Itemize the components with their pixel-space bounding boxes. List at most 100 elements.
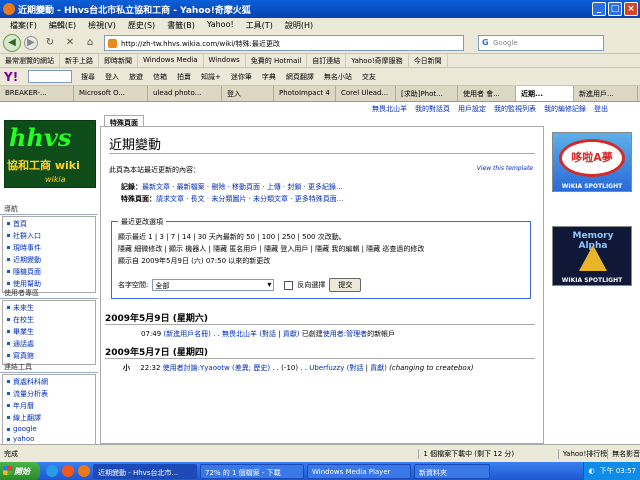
sidebar-item[interactable]: 未來生 [5, 302, 95, 314]
submit-button[interactable]: 提交 [329, 278, 362, 292]
status-extra-link[interactable]: 無名影音 [607, 448, 640, 459]
sidebar-item[interactable]: 資處科科網 [5, 376, 95, 388]
bookmark-item[interactable]: 免費的 Hotmail [246, 54, 308, 67]
forward-icon[interactable]: ▶ [24, 35, 38, 50]
view-template-link[interactable]: View this template [477, 165, 533, 172]
yahoo-rank-link[interactable]: Yahoo!排行榜 [557, 448, 607, 459]
yahoo-item[interactable]: 搜尋 [76, 72, 100, 82]
taskbar-item[interactable]: Windows Media Player [307, 463, 411, 479]
wikia-spotlight-2[interactable]: Memory Alpha WIKIA SPOTLIGHT [552, 226, 632, 286]
yahoo-item[interactable]: 字典 [257, 72, 281, 82]
sidebar-item[interactable]: 通話處 [5, 338, 95, 350]
menu-help[interactable]: 說明(H) [279, 18, 319, 32]
change-contribs-link[interactable]: 貢獻) [283, 330, 300, 338]
tray-icon[interactable]: ◐ [588, 467, 594, 475]
user-link[interactable]: 登出 [594, 104, 608, 114]
records-links[interactable]: 最新文章 · 最新檔案 · 刪除 · 移動頁面 · 上傳 · 封鎖 · 更多紀錄… [142, 183, 343, 191]
sidebar-item[interactable]: 年月曆 [5, 400, 95, 412]
maximize-button[interactable]: □ [608, 2, 622, 16]
bookmark-item[interactable]: 新手上路 [60, 54, 99, 67]
yahoo-item[interactable]: 登入 [100, 72, 124, 82]
wikia-spotlight-1[interactable]: 哆啦A夢 WIKIA SPOTLIGHT [552, 132, 632, 192]
firefox-icon[interactable] [62, 465, 74, 477]
change-talk-link[interactable]: (對話 [259, 330, 276, 338]
yahoo-item[interactable]: 迷你筆 [226, 72, 257, 82]
media-icon[interactable] [78, 465, 90, 477]
browser-tab[interactable]: [求助]Phot... [396, 86, 458, 101]
yahoo-logo[interactable]: Y! [4, 70, 28, 84]
clock[interactable]: 下午 03:57 [600, 466, 636, 476]
yahoo-item[interactable]: 旅遊 [124, 72, 148, 82]
yahoo-item[interactable]: 信箱 [148, 72, 172, 82]
sidebar-item[interactable]: 首頁 [5, 218, 95, 230]
change-page-link[interactable]: 使用者討論:Yyaootw [163, 364, 230, 372]
search-input[interactable]: Google [478, 34, 604, 51]
menu-tools[interactable]: 工具(T) [240, 18, 279, 32]
menu-view[interactable]: 檢視(V) [82, 18, 122, 32]
bookmark-item[interactable]: 即時新聞 [99, 54, 138, 67]
bookmark-item[interactable]: 今日新聞 [409, 54, 448, 67]
browser-tab[interactable]: 登入 [222, 86, 274, 101]
browser-tab[interactable]: Corel Ulead... [336, 86, 396, 101]
minimize-button[interactable]: _ [592, 2, 606, 16]
sidebar-item[interactable]: 流量分析表 [5, 388, 95, 400]
hide-show-links[interactable]: 隱藏 細微修改 | 顯示 機器人 | 隱藏 匿名用戶 | 隱藏 登入用戶 | 隱… [118, 244, 424, 254]
user-link[interactable]: 無畏北山羊 [372, 104, 407, 114]
special-links[interactable]: 請求文章 · 長文 · 未分類圖片 · 未分類文章 · 更多特殊頁面... [156, 195, 343, 203]
close-button[interactable]: × [624, 2, 638, 16]
sidebar-item[interactable]: 近期變動 [5, 254, 95, 266]
menu-yahoo[interactable]: Yahoo! [201, 18, 240, 32]
browser-tab[interactable]: 使用者 會... [458, 86, 516, 101]
sidebar-item[interactable]: 畢業生 [5, 326, 95, 338]
browser-tab[interactable]: BREAKER-... [0, 86, 74, 101]
yahoo-item[interactable]: 知識+ [196, 72, 226, 82]
stop-icon[interactable]: ✕ [62, 35, 78, 51]
taskbar-item[interactable]: 近期變動 - Hhvs台北市... [93, 463, 197, 479]
sidebar-item[interactable]: 線上翻譯 [5, 412, 95, 424]
menu-file[interactable]: 檔案(F) [4, 18, 43, 32]
change-diff-link[interactable]: (差異; 歷史) [232, 364, 270, 372]
yahoo-search-input[interactable] [28, 70, 72, 83]
user-link[interactable]: 我的編修記錄 [544, 104, 586, 114]
taskbar-item[interactable]: 新資料夾 [414, 463, 490, 479]
change-contribs-link[interactable]: 貢獻) [370, 364, 387, 372]
yahoo-item[interactable]: 交友 [357, 72, 381, 82]
ie-icon[interactable] [46, 465, 58, 477]
yahoo-item[interactable]: 網頁翻譯 [281, 72, 319, 82]
yahoo-item[interactable]: 無名小站 [319, 72, 357, 82]
namespace-select[interactable]: 全部 [152, 279, 275, 291]
user-link[interactable]: 我的對話頁 [415, 104, 450, 114]
change-page-link[interactable]: (新進用戶名冊) [163, 330, 210, 338]
since-link[interactable]: 顯示自 2009年5月9日 (六) 07:50 以來的新更改 [118, 256, 270, 266]
window-title-bar[interactable]: 近期變動 - Hhvs台北市私立協和工商 - Yahoo!奇摩火狐 _ □ × [0, 0, 640, 18]
back-icon[interactable]: ◀ [3, 33, 21, 52]
browser-tab-active[interactable]: 近期... [516, 86, 574, 101]
days-limit-links[interactable]: 顯示最近 1 | 3 | 7 | 14 | 30 天內最新的 50 | 100 … [118, 232, 346, 242]
browser-tab[interactable]: PhotoImpact 4 [274, 86, 336, 101]
bookmark-item[interactable]: 自訂連結 [307, 54, 347, 67]
change-target-link[interactable]: 使用者:管理者 [323, 330, 367, 338]
reload-icon[interactable]: ↻ [42, 35, 58, 51]
change-user-link[interactable]: Uberfuzzy [309, 364, 344, 372]
user-link[interactable]: 用戶設定 [458, 104, 486, 114]
browser-tab[interactable]: Microsoft O... [74, 86, 148, 101]
sidebar-item[interactable]: yahoo [5, 434, 95, 444]
taskbar-item[interactable]: 72% 的 1 個檔案 - 下載 [200, 463, 304, 479]
menu-bookmarks[interactable]: 書籤(B) [161, 18, 201, 32]
sidebar-item[interactable]: 寫真館 [5, 350, 95, 362]
bookmark-item[interactable]: Windows [204, 54, 246, 67]
sidebar-item[interactable]: google [5, 424, 95, 434]
browser-tab[interactable]: ulead photo... [148, 86, 222, 101]
yahoo-item[interactable]: 拍賣 [172, 72, 196, 82]
sidebar-item[interactable]: 隨機頁面 [5, 266, 95, 278]
address-bar[interactable]: http://zh-tw.hhvs.wikia.com/wiki/特殊:最近更改 [104, 34, 464, 51]
download-status[interactable]: 1 個檔案下載中 (剩下 12 分) [418, 448, 557, 459]
bookmark-item[interactable]: Windows Media [138, 54, 204, 67]
start-button[interactable]: 開始 [0, 462, 40, 480]
bookmark-item[interactable]: 最常瀏覽的網站 [0, 54, 60, 67]
sidebar-item[interactable]: 現時事件 [5, 242, 95, 254]
user-link[interactable]: 我的監視列表 [494, 104, 536, 114]
change-user-link[interactable]: 無畏北山羊 [222, 330, 257, 338]
home-icon[interactable]: ⌂ [82, 35, 98, 51]
menu-history[interactable]: 歷史(S) [122, 18, 161, 32]
